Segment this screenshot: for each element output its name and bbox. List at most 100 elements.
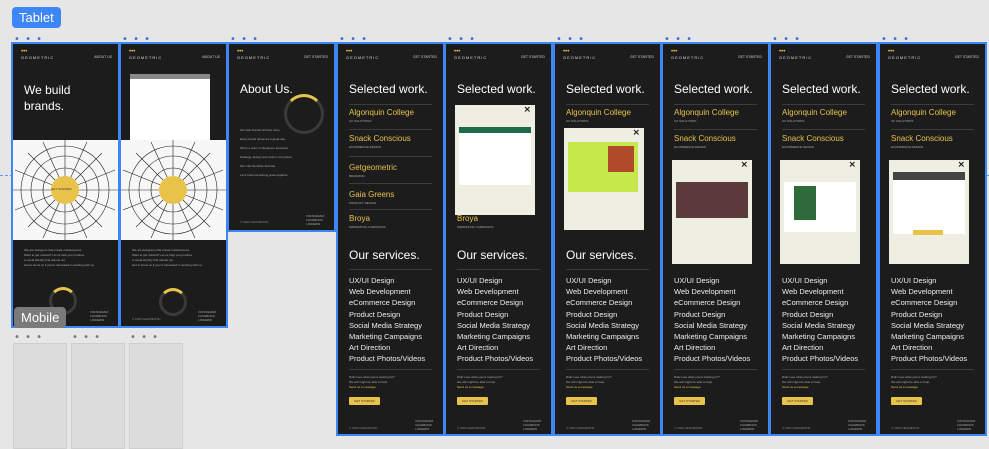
- work-item-title[interactable]: Getgeometric: [349, 163, 397, 172]
- work-item-title[interactable]: Snack Conscious: [349, 134, 411, 143]
- work-item-sub: ECOMMERCE DESIGN: [349, 145, 382, 149]
- divider: [349, 104, 432, 105]
- frame-work-modal-4[interactable]: ••• GEOMETRIC GET STARTED Selected work. …: [769, 42, 878, 436]
- mobile-frame[interactable]: [71, 343, 125, 449]
- frame-work-modal-1[interactable]: ••• GEOMETRIC GET STARTED Selected work. …: [444, 42, 553, 436]
- social-icons[interactable]: INSTAGRAM FACEBOOK LINKEDIN: [523, 419, 541, 431]
- frame-menu-dots-icon[interactable]: • • •: [72, 333, 101, 343]
- close-icon[interactable]: ×: [848, 160, 856, 170]
- mobile-frame[interactable]: [13, 343, 67, 449]
- social-icons[interactable]: INSTAGRAM FACEBOOK LINKEDIN: [848, 419, 866, 431]
- work-title: Selected work.: [349, 82, 428, 96]
- project-modal[interactable]: ×: [455, 105, 535, 215]
- project-preview: [893, 172, 965, 234]
- frame-menu-dots-icon[interactable]: • • •: [14, 333, 43, 343]
- social-icons[interactable]: INSTAGRAM FACEBOOK LINKEDIN: [90, 310, 108, 322]
- divider: [674, 129, 757, 130]
- get-started-button[interactable]: GET STARTED: [674, 397, 705, 405]
- frame-menu-dots-icon[interactable]: • • •: [664, 35, 693, 45]
- footer-copyright: © 2023 GEOMETRIC: [132, 317, 161, 321]
- get-started-button[interactable]: GET STARTED: [566, 397, 597, 405]
- services-list: UX/UI Design Web Development eCommerce Des…: [457, 276, 534, 364]
- social-icons[interactable]: INSTAGRAM FACEBOOK LINKEDIN: [306, 214, 324, 226]
- work-item-title[interactable]: Gaia Greens: [349, 190, 394, 199]
- nav-about[interactable]: ABOUT US: [94, 55, 112, 59]
- get-started-button[interactable]: GET STARTED: [782, 397, 813, 405]
- get-started-button[interactable]: GET STARTED: [457, 397, 488, 405]
- divider: [891, 369, 974, 370]
- services-title: Our services.: [349, 248, 420, 262]
- frame-work-modal-2[interactable]: ••• GEOMETRIC GET STARTED Selected work. …: [553, 42, 662, 436]
- frame-menu-dots-icon[interactable]: • • •: [230, 35, 259, 45]
- project-modal[interactable]: ×: [889, 160, 969, 264]
- social-icons[interactable]: INSTAGRAM FACEBOOK LINKEDIN: [740, 419, 758, 431]
- footer-copyright: © 2023 GEOMETRIC: [891, 426, 920, 430]
- frame-menu-dots-icon[interactable]: • • •: [339, 35, 368, 45]
- social-icons[interactable]: INSTAGRAM FACEBOOK LINKEDIN: [415, 419, 433, 431]
- mobile-section-label[interactable]: Mobile: [14, 307, 67, 328]
- work-item-title[interactable]: Algonquin College: [349, 108, 414, 117]
- nav-get-started[interactable]: GET STARTED: [304, 55, 328, 59]
- project-modal[interactable]: ×: [564, 128, 644, 230]
- nav-get-started[interactable]: GET STARTED: [846, 55, 870, 59]
- close-icon[interactable]: ×: [957, 160, 965, 170]
- loader-ring: [159, 288, 187, 316]
- work-item-title[interactable]: Algonquin College: [891, 108, 956, 117]
- work-item-sub: UX SOLUTIONS: [674, 119, 697, 123]
- get-started-button[interactable]: GET STARTED: [349, 397, 380, 405]
- social-icons[interactable]: INSTAGRAM FACEBOOK LINKEDIN: [957, 419, 975, 431]
- services-list: UX/UI Design Web Development eCommerce Des…: [674, 276, 751, 364]
- work-item-sub: MARKETING CAMPAIGNS: [349, 225, 386, 229]
- frame-work-modal-3[interactable]: ••• GEOMETRIC GET STARTED Selected work. …: [661, 42, 770, 436]
- frame-menu-dots-icon[interactable]: • • •: [447, 35, 476, 45]
- frame-menu-dots-icon[interactable]: • • •: [881, 35, 910, 45]
- frame-home-overlay[interactable]: ••• GEOMETRIC ABOUT US We are designers t…: [119, 42, 228, 328]
- close-icon[interactable]: ×: [523, 105, 531, 115]
- hero-cta[interactable]: GET STARTED: [51, 187, 72, 191]
- project-modal[interactable]: ×: [780, 160, 860, 264]
- tablet-section-label[interactable]: Tablet: [12, 7, 61, 28]
- frame-menu-dots-icon[interactable]: • • •: [122, 35, 151, 45]
- contact-text: Didn't see what you're looking for? We wi…: [566, 375, 612, 389]
- site-header: ••• GEOMETRIC GET STARTED: [779, 49, 870, 64]
- work-item-title[interactable]: Snack Conscious: [674, 134, 736, 143]
- services-title: Our services.: [566, 248, 637, 262]
- get-started-button[interactable]: GET STARTED: [891, 397, 922, 405]
- divider: [891, 129, 974, 130]
- mobile-frame[interactable]: [129, 343, 183, 449]
- social-icons[interactable]: INSTAGRAM FACEBOOK LINKEDIN: [198, 310, 216, 322]
- nav-get-started[interactable]: GET STARTED: [413, 55, 437, 59]
- frame-menu-dots-icon[interactable]: • • •: [130, 333, 159, 343]
- divider: [566, 104, 649, 105]
- work-item-title[interactable]: Algonquin College: [566, 108, 631, 117]
- work-item-title[interactable]: Snack Conscious: [782, 134, 844, 143]
- contact-text: Didn't see what you're looking for? We wi…: [349, 375, 395, 389]
- work-item-title[interactable]: Algonquin College: [782, 108, 847, 117]
- site-logo: ••• GEOMETRIC: [671, 49, 705, 60]
- work-item-sub: MARKETING CAMPAIGNS: [457, 225, 494, 229]
- frame-menu-dots-icon[interactable]: • • •: [14, 35, 43, 45]
- divider: [349, 183, 432, 184]
- frame-about[interactable]: ••• GEOMETRIC GET STARTED About Us. We he…: [227, 42, 336, 232]
- nav-get-started[interactable]: GET STARTED: [738, 55, 762, 59]
- project-modal[interactable]: ×: [672, 160, 752, 264]
- frame-menu-dots-icon[interactable]: • • •: [556, 35, 585, 45]
- work-item-title[interactable]: Broya: [349, 214, 370, 223]
- frame-home[interactable]: ••• GEOMETRIC ABOUT US We build brands. GE…: [11, 42, 120, 328]
- nav-get-started[interactable]: GET STARTED: [955, 55, 979, 59]
- nav-about[interactable]: ABOUT US: [202, 55, 220, 59]
- nav-get-started[interactable]: GET STARTED: [630, 55, 654, 59]
- frame-menu-dots-icon[interactable]: • • •: [772, 35, 801, 45]
- footer-copyright: © 2023 GEOMETRIC: [566, 426, 595, 430]
- work-item-title[interactable]: Broya: [457, 214, 478, 223]
- work-item-title[interactable]: Algonquin College: [674, 108, 739, 117]
- close-icon[interactable]: ×: [740, 160, 748, 170]
- social-icons[interactable]: INSTAGRAM FACEBOOK LINKEDIN: [632, 419, 650, 431]
- close-icon[interactable]: ×: [632, 128, 640, 138]
- frame-work[interactable]: ••• GEOMETRIC GET STARTED Selected work. …: [336, 42, 445, 436]
- frame-work-modal-5[interactable]: ••• GEOMETRIC GET STARTED Selected work. …: [878, 42, 987, 436]
- divider: [457, 269, 540, 270]
- site-header: ••• GEOMETRIC GET STARTED: [237, 49, 328, 64]
- nav-get-started[interactable]: GET STARTED: [521, 55, 545, 59]
- work-item-title[interactable]: Snack Conscious: [891, 134, 953, 143]
